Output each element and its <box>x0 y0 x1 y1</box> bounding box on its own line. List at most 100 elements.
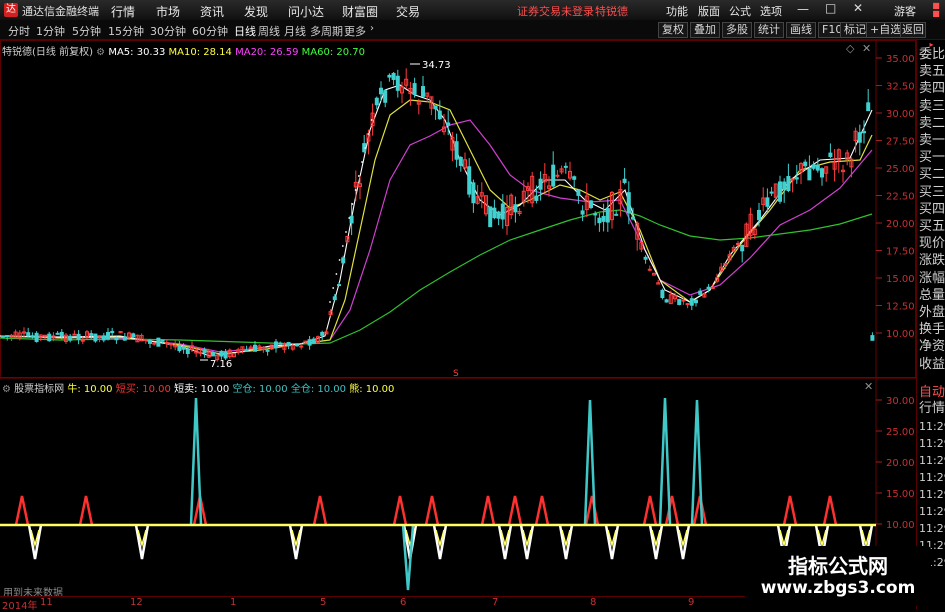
candle-body <box>593 213 598 216</box>
more-arrow-icon[interactable]: › <box>370 23 374 34</box>
menu-market[interactable]: 市场 <box>156 3 180 20</box>
sidebar-field-label[interactable]: 总量 <box>919 288 945 303</box>
tab-more[interactable]: 更多 <box>344 23 366 39</box>
empty-position-value: 空仓: 10.00 <box>232 384 288 395</box>
multi-stock-button[interactable]: 多股 <box>722 22 752 38</box>
candle-body <box>437 110 442 120</box>
candle-body <box>307 339 312 346</box>
restore-icon[interactable]: ■ ■ <box>928 2 944 18</box>
tick-time: 11:29 <box>919 505 945 518</box>
short-buy-spike <box>642 495 658 526</box>
sidebar-field-label[interactable]: 买三 <box>919 185 945 200</box>
min-price-label: 7.16 <box>210 359 232 370</box>
sidebar-field-label[interactable]: 卖一 <box>919 134 945 148</box>
login-notice[interactable]: 证券交易未登录 <box>517 3 594 19</box>
sidebar-field-label[interactable]: 卖四 <box>919 82 945 96</box>
sidebar-field-label[interactable]: 收益 <box>919 357 945 372</box>
candle-body <box>5 335 10 338</box>
sidebar-field-label[interactable]: 买五 <box>919 220 945 234</box>
candle-body <box>374 97 379 106</box>
sidebar-field-label[interactable]: 现价 <box>919 237 945 251</box>
candle-body <box>181 346 186 350</box>
candle-body <box>299 345 304 348</box>
app-title: 通达信金融终端 <box>22 5 99 18</box>
tab-weekly[interactable]: 周线 <box>258 23 280 39</box>
minimize-icon[interactable]: — <box>797 2 809 16</box>
x-label-jun: 6 <box>400 597 407 608</box>
menu-options[interactable]: 选项 <box>760 3 782 19</box>
sidebar-field-label[interactable]: 买一 <box>919 151 945 165</box>
candle-body <box>253 344 257 352</box>
sidebar-field-label[interactable]: 卖三 <box>919 99 945 114</box>
candle-body <box>794 177 799 180</box>
sidebar-field-label[interactable]: 换手 <box>919 323 945 337</box>
sidebar-field-label[interactable]: 买四 <box>919 202 945 217</box>
sidebar-field-label[interactable]: 涨幅 <box>919 271 945 286</box>
menu-trade[interactable]: 交易 <box>396 3 420 20</box>
tab-30min[interactable]: 30分钟 <box>150 23 186 39</box>
menu-discover[interactable]: 发现 <box>244 3 268 20</box>
indicator-name: 股票指标网 <box>14 384 65 395</box>
guest-label[interactable]: 游客 <box>894 3 916 19</box>
menu-layout[interactable]: 版面 <box>698 3 720 19</box>
sidebar-field-label[interactable]: 涨跌 <box>919 254 945 268</box>
candle-body <box>55 332 60 335</box>
signal-dot <box>354 189 357 191</box>
candle-body <box>740 244 745 252</box>
stats-button[interactable]: 统计 <box>754 22 784 38</box>
indicator-gear-icon[interactable]: ⚙ <box>2 384 14 395</box>
tab-5min[interactable]: 5分钟 <box>72 23 101 39</box>
candle-body <box>114 337 119 341</box>
maximize-icon[interactable]: □ <box>825 1 836 15</box>
menu-news[interactable]: 资讯 <box>200 3 224 20</box>
adjust-button[interactable]: 复权 <box>658 22 688 38</box>
candle-body <box>572 176 577 180</box>
sidebar-field-label[interactable]: 卖五 <box>919 65 945 79</box>
sidebar-field-label[interactable]: 外盘 <box>919 306 945 320</box>
tab-60min[interactable]: 60分钟 <box>192 23 228 39</box>
tab-15min[interactable]: 15分钟 <box>108 23 144 39</box>
market-label[interactable]: 行情 <box>919 402 945 416</box>
window-controls: — □ ✕ <box>797 1 887 18</box>
overlay-button[interactable]: 叠加 <box>690 22 720 38</box>
candle-body <box>765 197 770 207</box>
close-indicator-icon[interactable]: ✕ <box>864 380 873 393</box>
diamond-icon[interactable]: ◇ <box>846 42 855 55</box>
event-marker: S <box>453 369 459 379</box>
tab-multi-period[interactable]: 多周期 <box>310 23 343 39</box>
close-icon[interactable]: ✕ <box>853 1 863 15</box>
sidebar-field-label[interactable]: 委比 <box>919 48 945 62</box>
sidebar-field-label[interactable]: 卖二 <box>919 116 945 131</box>
candle-body <box>807 168 812 181</box>
candle-body <box>349 215 354 224</box>
site-watermark: 指标公式网 www.zbgs3.com <box>745 546 931 606</box>
draw-line-button[interactable]: 画线 <box>786 22 816 38</box>
sidebar-field-label[interactable]: 买二 <box>919 168 945 182</box>
candle-body <box>614 213 619 216</box>
auto-label[interactable]: 自动 <box>919 386 945 400</box>
candle-body <box>866 102 871 112</box>
expand-icon[interactable]: ✕ <box>862 42 871 55</box>
candle-body <box>551 164 556 187</box>
tab-daily[interactable]: 日线 <box>234 23 256 39</box>
menu-wealth-circle[interactable]: 财富圈 <box>342 3 378 20</box>
menu-ask-xiaoda[interactable]: 问小达 <box>288 3 324 20</box>
tab-1min[interactable]: 1分钟 <box>36 23 65 39</box>
menu-market-quotes[interactable]: 行情 <box>111 3 135 20</box>
indicator-tick-label: 25.00 <box>886 427 915 438</box>
back-button[interactable]: 返回 <box>900 22 926 38</box>
candle-body <box>286 342 291 347</box>
candle-body <box>757 209 761 221</box>
menu-function[interactable]: 功能 <box>666 3 688 19</box>
chart-canvas[interactable]: 35.00 32.50 30.00 27.50 25.00 22.50 20.00 17.50… <box>0 40 916 596</box>
candle-body <box>622 178 627 183</box>
sidebar-field-label[interactable]: 净资 <box>919 340 945 354</box>
settings-gear-icon[interactable]: ⚙ <box>96 47 108 58</box>
candle-body <box>278 342 283 345</box>
short-sell-value: 短卖: 10.00 <box>174 384 230 395</box>
stock-chart-name: 特锐德(日线 前复权) <box>2 47 93 58</box>
tick-time: 11:29 <box>919 488 945 501</box>
tab-monthly[interactable]: 月线 <box>284 23 306 39</box>
tab-intraday[interactable]: 分时 <box>8 23 30 39</box>
menu-formula[interactable]: 公式 <box>729 3 751 19</box>
